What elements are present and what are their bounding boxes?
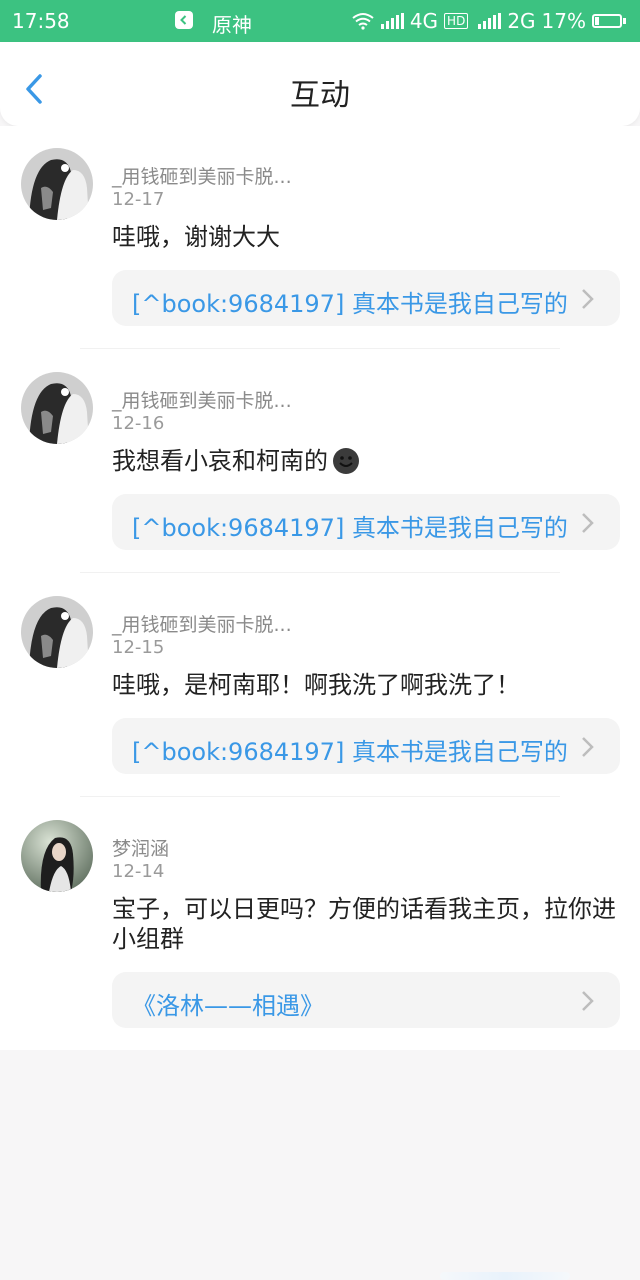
comment-list: _用钱砸到美丽卡脱... 12-17 哇哦，谢谢大大 [^book:968419… xyxy=(0,126,640,1050)
comment-username[interactable]: _用钱砸到美丽卡脱... xyxy=(112,386,292,413)
chevron-right-icon xyxy=(582,513,594,533)
chevron-right-icon xyxy=(582,737,594,757)
battery-fill xyxy=(595,17,600,25)
avatar[interactable] xyxy=(21,148,93,220)
status-time: 17:58 xyxy=(12,9,70,33)
comment-text-wrapper: 我想看小哀和柯南的 xyxy=(112,446,617,476)
comment-text: 哇哦，谢谢大大 xyxy=(112,223,280,251)
chevron-right-icon xyxy=(582,289,594,309)
page-title: 互动 xyxy=(290,78,350,113)
book-link-card[interactable]: [^book:9684197] 真本书是我自己写的... xyxy=(112,270,620,326)
comment-username[interactable]: _用钱砸到美丽卡脱... xyxy=(112,162,292,189)
status-bar: 17:58 原神 4G HD 2G 17% xyxy=(0,0,640,42)
comment-text: 我想看小哀和柯南的 xyxy=(112,447,328,475)
book-link-text: 《洛林——相遇》 xyxy=(132,992,324,1020)
divider xyxy=(80,796,560,797)
chevron-right-icon xyxy=(582,991,594,1011)
comment-text: 宝子，可以日更吗？方便的话看我主页，拉你进小组群 xyxy=(112,895,616,953)
avatar[interactable] xyxy=(21,596,93,668)
book-link-text: [^book:9684197] 真本书是我自己写的... xyxy=(132,290,568,318)
avatar-anime-image xyxy=(21,372,93,444)
book-link-card[interactable]: [^book:9684197] 真本书是我自己写的... xyxy=(112,718,620,774)
comment-date: 12-14 xyxy=(112,861,165,882)
avatar-anime-image xyxy=(21,596,93,668)
comment-date: 12-17 xyxy=(112,189,165,210)
app-badge-icon xyxy=(175,11,193,29)
avatar[interactable] xyxy=(21,372,93,444)
comment-date: 12-16 xyxy=(112,413,165,434)
avatar[interactable] xyxy=(21,820,93,892)
signal-icon xyxy=(380,13,404,29)
home-indicator xyxy=(440,1272,570,1280)
book-link-text: [^book:9684197] 真本书是我自己写的... xyxy=(132,738,568,766)
hd-badge: HD xyxy=(444,13,469,29)
book-link-card[interactable]: 《洛林——相遇》 xyxy=(112,972,620,1028)
comment-username[interactable]: _用钱砸到美丽卡脱... xyxy=(112,610,292,637)
comment-date: 12-15 xyxy=(112,637,165,658)
book-link-text: [^book:9684197] 真本书是我自己写的... xyxy=(132,514,568,542)
wifi-icon xyxy=(352,13,374,30)
divider xyxy=(80,572,560,573)
signal-2-icon xyxy=(478,13,502,29)
comment-username[interactable]: 梦润涵 xyxy=(112,834,169,861)
avatar-photo-image xyxy=(21,820,93,892)
avatar-anime-image xyxy=(21,148,93,220)
network-4g-label: 4G xyxy=(409,9,439,33)
status-right-cluster: 4G HD 2G 17% xyxy=(351,9,626,33)
smile-emoji-icon xyxy=(333,448,359,474)
comment-text: 哇哦，是柯南耶！啊我洗了啊我洗了！ xyxy=(112,671,520,699)
network-2g-label: 2G xyxy=(507,9,536,33)
battery-icon xyxy=(592,14,626,28)
battery-percent: 17% xyxy=(541,9,586,33)
status-app-name: 原神 xyxy=(212,13,252,37)
nav-header: 互动 xyxy=(0,42,640,126)
book-link-card[interactable]: [^book:9684197] 真本书是我自己写的... xyxy=(112,494,620,550)
divider xyxy=(80,348,560,349)
